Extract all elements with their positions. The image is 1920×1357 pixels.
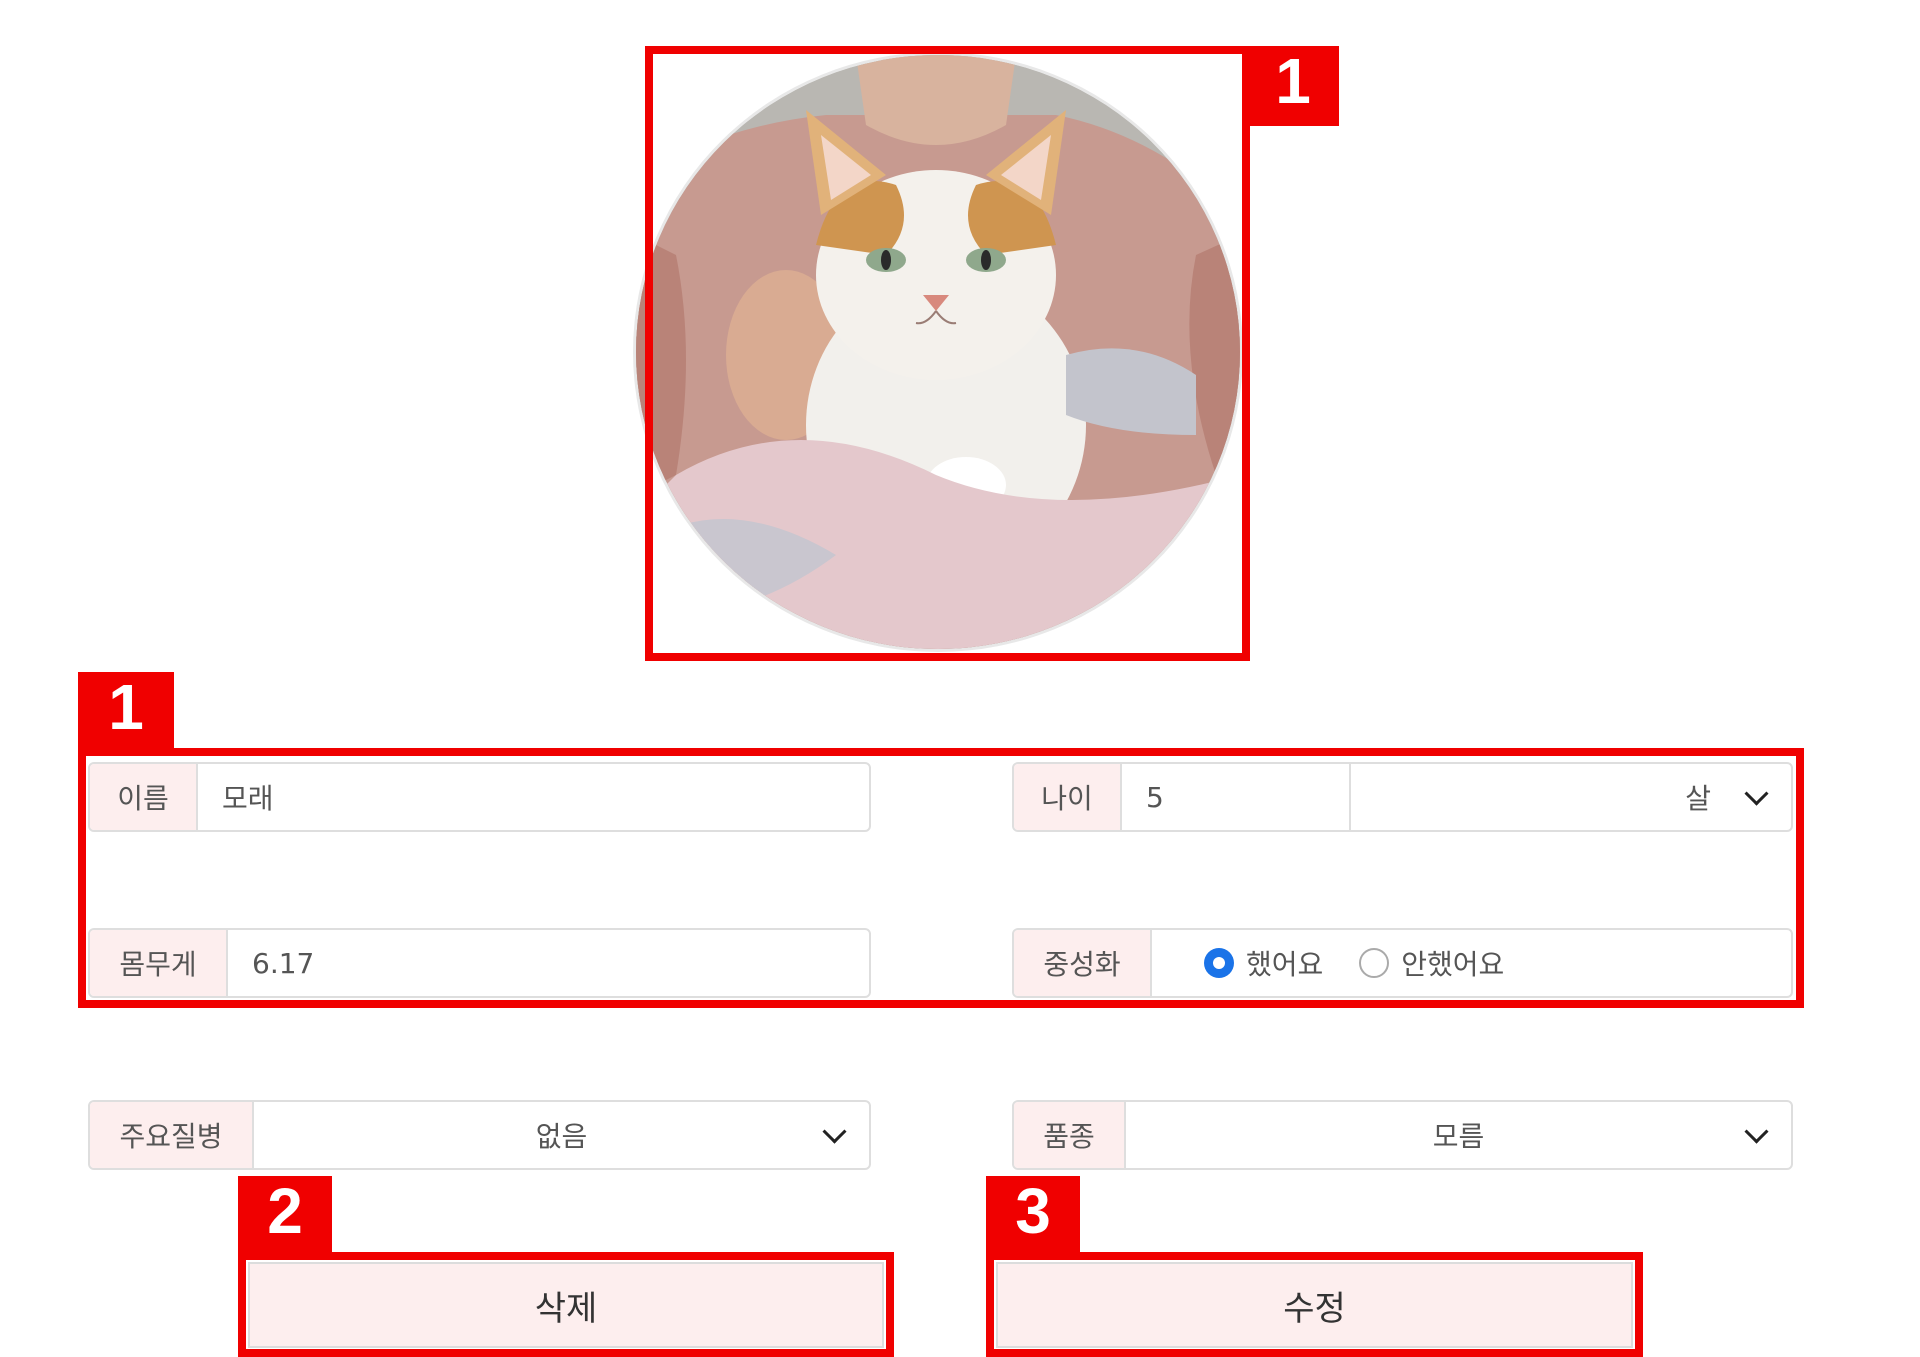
- breed-select[interactable]: 모름: [1126, 1102, 1791, 1168]
- name-label: 이름: [90, 764, 198, 830]
- disease-select-value: 없음: [535, 1120, 588, 1153]
- edit-button[interactable]: 수정: [996, 1262, 1633, 1348]
- neuter-label: 중성화: [1014, 930, 1152, 996]
- neuter-option-yes[interactable]: 했어요: [1204, 943, 1323, 983]
- breed-field-group: 품종 모름: [1012, 1100, 1793, 1170]
- radio-unchecked-icon[interactable]: [1359, 948, 1390, 978]
- chevron-down-icon: [1744, 1119, 1769, 1144]
- disease-label: 주요질병: [90, 1102, 254, 1168]
- age-unit-select[interactable]: 살: [1349, 764, 1791, 830]
- radio-checked-icon[interactable]: [1204, 948, 1234, 978]
- neuter-field-group: 중성화 했어요 안했어요: [1012, 928, 1793, 998]
- age-unit-value: 살: [1685, 782, 1711, 815]
- neuter-option-no[interactable]: 안했어요: [1359, 943, 1504, 983]
- delete-button[interactable]: 삭제: [248, 1262, 884, 1348]
- name-input[interactable]: 모래: [198, 764, 869, 830]
- pet-profile-page: 1 1 이름 모래 나이 5 살 몸무게 6.17 중성화 했어요 안했어요 주…: [0, 0, 1920, 1357]
- weight-input[interactable]: 6.17: [228, 930, 869, 996]
- chevron-down-icon: [1744, 781, 1769, 806]
- age-label: 나이: [1014, 764, 1122, 830]
- weight-label: 몸무게: [90, 930, 228, 996]
- annotation-tag-2: 2: [238, 1176, 332, 1256]
- breed-label: 품종: [1014, 1102, 1126, 1168]
- neuter-option-yes-label: 했어요: [1246, 948, 1324, 981]
- neuter-option-no-label: 안했어요: [1401, 948, 1505, 981]
- age-field-group: 나이 5 살: [1012, 762, 1793, 832]
- weight-field-group: 몸무게 6.17: [88, 928, 871, 998]
- neuter-radio-group: 했어요 안했어요: [1152, 930, 1504, 996]
- chevron-down-icon: [822, 1119, 847, 1144]
- annotation-tag-1-form: 1: [78, 672, 174, 752]
- annotation-tag-3: 3: [986, 1176, 1080, 1256]
- annotation-box-photo: [645, 46, 1250, 661]
- disease-select[interactable]: 없음: [254, 1102, 869, 1168]
- age-input[interactable]: 5: [1122, 764, 1349, 830]
- annotation-tag-1-photo: 1: [1247, 46, 1339, 126]
- disease-field-group: 주요질병 없음: [88, 1100, 871, 1170]
- name-field-group: 이름 모래: [88, 762, 871, 832]
- breed-select-value: 모름: [1432, 1120, 1485, 1153]
